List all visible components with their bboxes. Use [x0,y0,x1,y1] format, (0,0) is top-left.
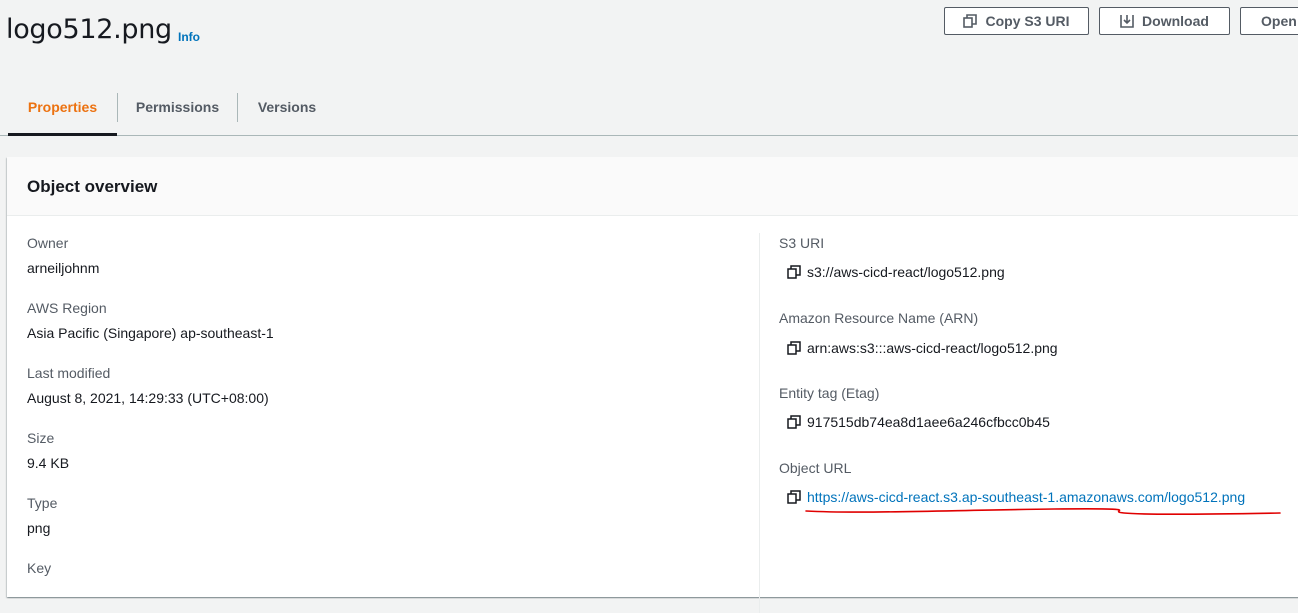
arn-label: Amazon Resource Name (ARN) [779,310,979,326]
copy-icon[interactable] [787,265,801,279]
copy-s3-uri-button[interactable]: Copy S3 URI [944,7,1089,35]
etag-label: Entity tag (Etag) [779,385,880,401]
etag-row: 917515db74ea8d1aee6a246cfbcc0b45 [787,414,1050,430]
column-divider [759,233,760,613]
open-button[interactable]: Open [1240,7,1298,35]
last-modified-label: Last modified [27,365,111,381]
s3-uri-row: s3://aws-cicd-react/logo512.png [787,264,1005,280]
red-annotation-underline [805,508,1281,515]
size-value: 9.4 KB [27,455,70,471]
copy-icon [963,14,978,28]
tab-versions[interactable]: Versions [238,78,336,135]
object-url-label: Object URL [779,460,852,476]
etag-value: 917515db74ea8d1aee6a246cfbcc0b45 [807,414,1050,430]
info-link[interactable]: Info [178,30,200,44]
tab-bar: Properties Permissions Versions [0,78,1298,136]
s3-uri-label: S3 URI [779,235,825,251]
type-label: Type [27,495,58,511]
open-label: Open [1261,13,1297,29]
copy-icon[interactable] [787,490,801,504]
panel-header: Object overview [7,157,1298,216]
owner-value: arneiljohnm [27,260,100,276]
object-overview-panel: Object overview Owner arneiljohnm AWS Re… [7,157,1298,613]
download-icon [1120,15,1134,28]
region-label: AWS Region [27,300,107,316]
copy-icon[interactable] [787,341,801,355]
arn-row: arn:aws:s3:::aws-cicd-react/logo512.png [787,340,1058,356]
object-url-link[interactable]: https://aws-cicd-react.s3.ap-southeast-1… [807,489,1245,505]
s3-uri-value: s3://aws-cicd-react/logo512.png [807,264,1005,280]
object-url-row: https://aws-cicd-react.s3.ap-southeast-1… [787,489,1245,505]
tab-permissions[interactable]: Permissions [118,78,237,135]
type-value: png [27,520,51,536]
owner-label: Owner [27,235,69,251]
download-label: Download [1142,13,1209,29]
download-button[interactable]: Download [1099,7,1230,35]
arn-value: arn:aws:s3:::aws-cicd-react/logo512.png [807,340,1058,356]
panel-title: Object overview [27,177,158,196]
size-label: Size [27,430,55,446]
key-label: Key [27,560,52,576]
copy-s3-uri-label: Copy S3 URI [985,13,1070,29]
tab-properties[interactable]: Properties [8,78,117,136]
copy-icon[interactable] [787,415,801,429]
page-title: logo512.png [6,14,172,45]
last-modified-value: August 8, 2021, 14:29:33 (UTC+08:00) [27,390,269,406]
region-value: Asia Pacific (Singapore) ap-southeast-1 [27,325,274,341]
